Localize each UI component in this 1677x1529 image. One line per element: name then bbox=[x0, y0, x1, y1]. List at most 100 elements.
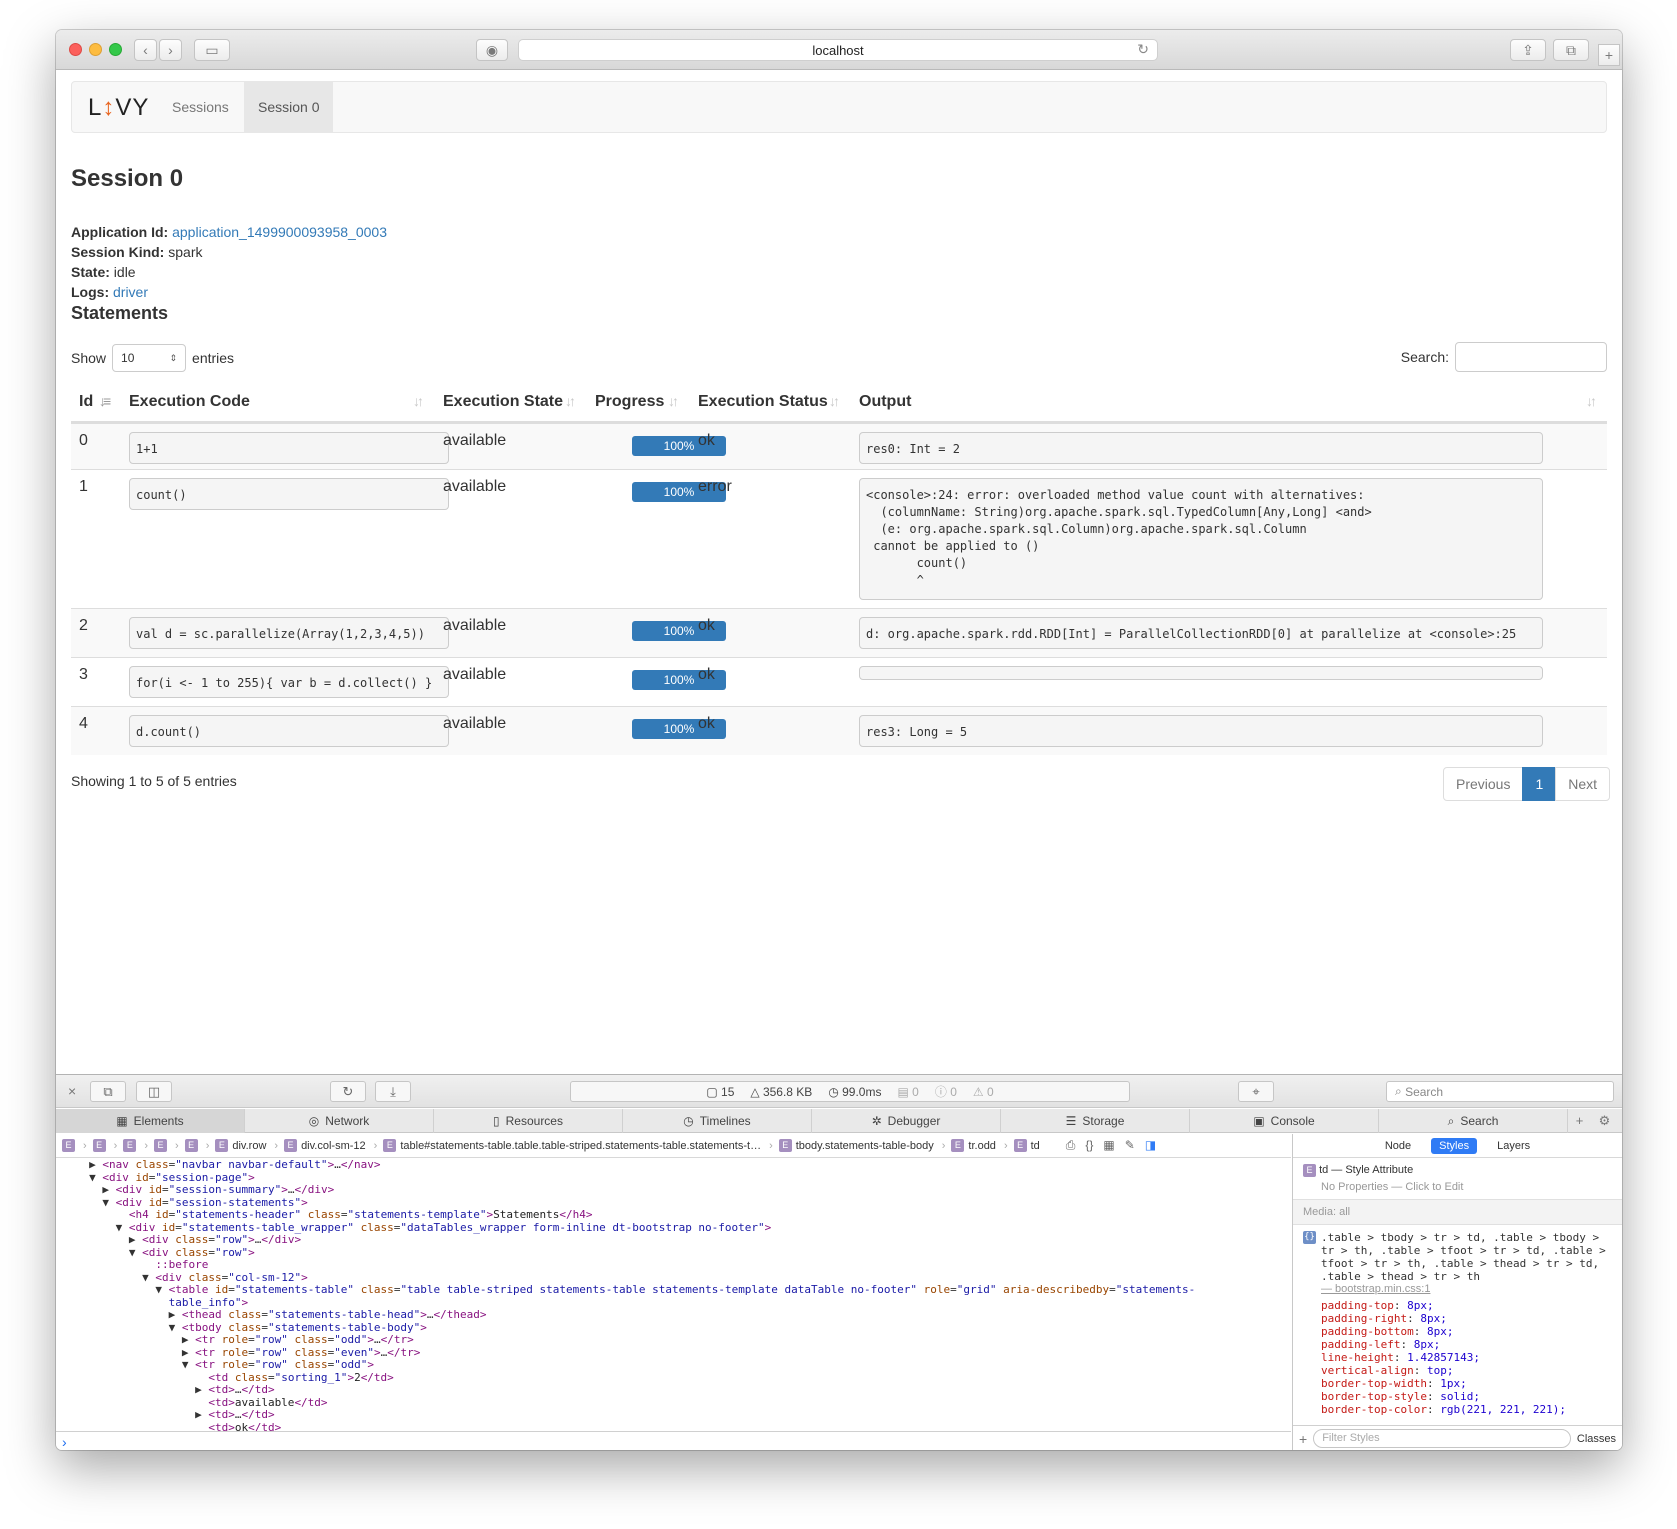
filter-styles-input[interactable]: Filter Styles bbox=[1313, 1429, 1571, 1448]
row-state: available bbox=[443, 715, 507, 732]
print-icon[interactable]: ⎙ bbox=[1066, 1138, 1076, 1153]
crumb-ancestor[interactable]: E › bbox=[184, 1139, 209, 1152]
crumb-ancestor[interactable]: E › bbox=[123, 1139, 148, 1152]
reload-icon[interactable]: ↻ bbox=[1137, 41, 1149, 58]
tab-storage[interactable]: ☰ Storage bbox=[1001, 1109, 1190, 1133]
crumb-tr[interactable]: Etr.odd › bbox=[951, 1139, 1008, 1152]
col-execution-state[interactable]: Execution State bbox=[443, 393, 563, 411]
css-rule[interactable]: {} .table > tbody > tr > td, .table > tb… bbox=[1293, 1225, 1622, 1422]
crumb-div-row[interactable]: Ediv.row › bbox=[215, 1139, 278, 1152]
col-id[interactable]: Id bbox=[79, 393, 93, 411]
crumb-ancestor[interactable]: E › bbox=[154, 1139, 179, 1152]
back-button[interactable]: ‹ bbox=[134, 39, 157, 61]
page-length-select[interactable]: 10 ⇕ bbox=[112, 344, 187, 372]
tabs-overview-button[interactable]: ⧉ bbox=[1553, 39, 1589, 61]
table-row[interactable]: 3 for(i <- 1 to 255){ var b = d.collect(… bbox=[71, 657, 1607, 706]
privacy-report-button[interactable]: ◉ bbox=[476, 39, 508, 61]
previous-page-button[interactable]: Previous bbox=[1443, 767, 1524, 801]
minimize-window-button[interactable] bbox=[89, 43, 102, 56]
tab-network[interactable]: ◎ Network bbox=[245, 1109, 434, 1133]
new-tab-button[interactable]: + bbox=[1598, 44, 1620, 66]
forward-button[interactable]: › bbox=[159, 39, 182, 61]
table-row[interactable]: 0 1+1 available 100% ok res0: Int = 2 bbox=[71, 423, 1607, 469]
tab-actions: + ⚙ bbox=[1568, 1109, 1618, 1132]
maximize-window-button[interactable] bbox=[109, 43, 122, 56]
address-bar[interactable]: localhost ↻ bbox=[518, 39, 1158, 61]
inspector-search-input[interactable]: ⌕ Search bbox=[1386, 1081, 1614, 1102]
undock-button[interactable]: ⧉ bbox=[90, 1081, 126, 1102]
row-id: 2 bbox=[79, 617, 88, 634]
tab-search[interactable]: ⌕ Search bbox=[1379, 1109, 1568, 1133]
next-page-button[interactable]: Next bbox=[1555, 767, 1611, 801]
driver-log-link[interactable]: driver bbox=[113, 284, 148, 300]
page-length-value: 10 bbox=[121, 351, 135, 365]
rule-properties[interactable]: padding-top: 8px; padding-right: 8px; pa… bbox=[1303, 1299, 1612, 1416]
code-block: d.count() bbox=[129, 715, 449, 747]
errors-count[interactable]: ⓘ 0 bbox=[935, 1083, 957, 1100]
dock-side-button[interactable]: ◫ bbox=[136, 1081, 172, 1102]
nav-sessions[interactable]: Sessions bbox=[158, 82, 243, 132]
search-input[interactable] bbox=[1455, 342, 1607, 372]
row-state: available bbox=[443, 666, 507, 683]
livy-logo[interactable]: L↕VY bbox=[88, 94, 149, 122]
reload-icon: ↻ bbox=[342, 1083, 354, 1099]
table-search: Search: bbox=[1401, 342, 1607, 372]
table-row[interactable]: 1 count() available 100% error <console>… bbox=[71, 469, 1607, 608]
add-rule-icon[interactable]: + bbox=[1299, 1431, 1307, 1447]
sidebar-panel-icon[interactable]: ◨ bbox=[1145, 1138, 1156, 1153]
table-row[interactable]: 4 d.count() available 100% ok res3: Long… bbox=[71, 706, 1607, 755]
page-length-control: Show 10 ⇕ entries bbox=[71, 344, 234, 372]
tab-debugger[interactable]: ✲ Debugger bbox=[812, 1109, 1001, 1133]
tab-console[interactable]: ▣ Console bbox=[1190, 1109, 1379, 1133]
gear-icon[interactable]: ⚙ bbox=[1599, 1113, 1611, 1129]
crumb-table[interactable]: Etable#statements-table.table.table-stri… bbox=[383, 1139, 773, 1152]
download-archive-button[interactable]: ⤓ bbox=[375, 1081, 411, 1102]
url-text: localhost bbox=[812, 42, 864, 58]
plus-icon[interactable]: + bbox=[1576, 1113, 1584, 1128]
output-block: d: org.apache.spark.rdd.RDD[Int] = Paral… bbox=[859, 617, 1543, 649]
dom-tree[interactable]: ▶ <nav class="navbar navbar-default">…</… bbox=[56, 1159, 1291, 1431]
braces-icon[interactable]: {} bbox=[1085, 1138, 1093, 1153]
split-icon: ◫ bbox=[147, 1083, 161, 1099]
close-window-button[interactable] bbox=[69, 43, 82, 56]
tab-node[interactable]: Node bbox=[1385, 1140, 1411, 1152]
crumb-td[interactable]: Etd bbox=[1013, 1139, 1040, 1152]
plus-icon: + bbox=[1604, 47, 1614, 63]
crumb-ancestor[interactable]: E › bbox=[92, 1139, 117, 1152]
no-properties-note: No Properties — Click to Edit bbox=[1321, 1181, 1464, 1193]
tab-layers[interactable]: Layers bbox=[1497, 1140, 1530, 1152]
style-attribute-section[interactable]: E td — Style Attribute No Properties — C… bbox=[1293, 1158, 1622, 1200]
share-button[interactable]: ⇪ bbox=[1510, 39, 1546, 61]
close-inspector-icon[interactable]: × bbox=[68, 1083, 76, 1099]
col-execution-code[interactable]: Execution Code bbox=[129, 393, 250, 411]
classes-button[interactable]: Classes bbox=[1577, 1433, 1616, 1445]
sidebar-toggle-button[interactable]: ▭ bbox=[194, 39, 230, 61]
crumb-div-col[interactable]: Ediv.col-sm-12 › bbox=[284, 1139, 377, 1152]
logs-count[interactable]: ▤ 0 bbox=[897, 1085, 918, 1099]
element-picker-button[interactable]: ⌖ bbox=[1238, 1081, 1274, 1102]
pencil-icon[interactable]: ✎ bbox=[1125, 1138, 1135, 1153]
col-progress[interactable]: Progress bbox=[595, 393, 664, 411]
crumb-tbody[interactable]: Etbody.statements-table-body › bbox=[778, 1139, 945, 1152]
row-id: 1 bbox=[79, 478, 88, 495]
tab-timelines[interactable]: ◷ Timelines bbox=[623, 1109, 812, 1133]
page-1-button[interactable]: 1 bbox=[1522, 767, 1557, 801]
col-output[interactable]: Output bbox=[859, 393, 911, 411]
show-label: Show bbox=[71, 350, 107, 366]
tab-resources[interactable]: ▯ Resources bbox=[434, 1109, 623, 1133]
reload-page-button[interactable]: ↻ bbox=[330, 1081, 366, 1102]
col-execution-status[interactable]: Execution Status bbox=[698, 393, 828, 411]
warnings-count[interactable]: ⚠ 0 bbox=[973, 1085, 994, 1099]
nav-session-0[interactable]: Session 0 bbox=[244, 82, 334, 132]
rule-source[interactable]: — bootstrap.min.css:1 bbox=[1303, 1283, 1612, 1295]
tab-styles[interactable]: Styles bbox=[1431, 1137, 1478, 1154]
select-arrows-icon: ⇕ bbox=[169, 352, 178, 363]
crumb-ancestor[interactable]: E › bbox=[62, 1139, 87, 1152]
table-row[interactable]: 2 val d = sc.parallelize(Array(1,2,3,4,5… bbox=[71, 608, 1607, 657]
console-prompt[interactable]: › bbox=[56, 1431, 1291, 1450]
app-id-link[interactable]: application_1499900093958_0003 bbox=[172, 224, 387, 240]
tab-elements[interactable]: ▦ Elements bbox=[56, 1109, 245, 1133]
app-id-label: Application Id: bbox=[71, 224, 169, 240]
grid-icon[interactable]: ▦ bbox=[1103, 1138, 1114, 1153]
sort-icon: ↓↑ bbox=[413, 393, 424, 409]
